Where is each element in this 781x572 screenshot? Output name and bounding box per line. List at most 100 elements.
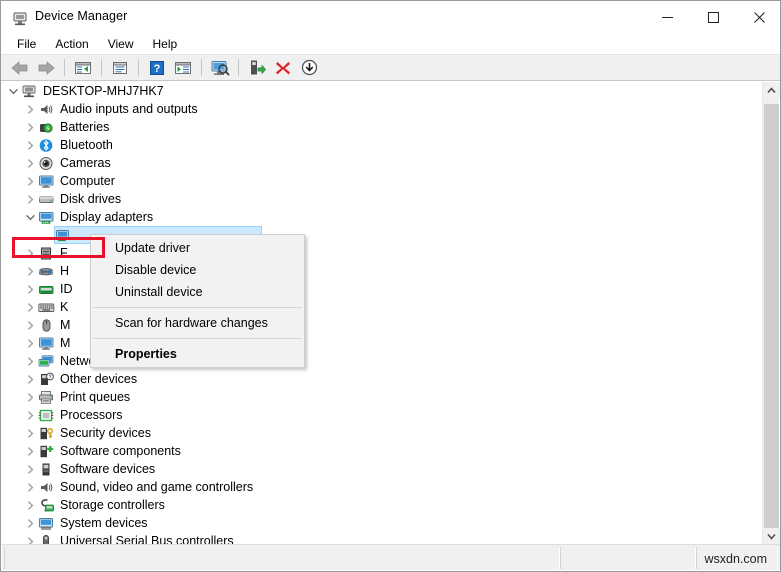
toolbar-separator	[238, 59, 239, 76]
chevron-right-icon[interactable]	[23, 172, 37, 190]
chevron-right-icon[interactable]	[23, 136, 37, 154]
tree-item-label: Computer	[60, 174, 115, 188]
tree-item-cameras[interactable]: Cameras	[2, 154, 764, 172]
security-device-icon	[37, 425, 55, 441]
help-icon[interactable]: ?	[144, 56, 170, 80]
chevron-right-icon[interactable]	[23, 442, 37, 460]
tree-item-label: Processors	[60, 408, 123, 422]
tree-item-security-devices[interactable]: Security devices	[2, 424, 764, 442]
chevron-right-icon[interactable]	[23, 460, 37, 478]
context-menu-properties[interactable]: Properties	[91, 343, 304, 365]
chevron-down-icon[interactable]	[23, 208, 37, 226]
tree-item-label: M	[60, 336, 71, 350]
human-interface-icon	[37, 263, 55, 279]
chevron-right-icon[interactable]	[23, 478, 37, 496]
tree-item-disk-drives[interactable]: Disk drives	[2, 190, 764, 208]
close-button[interactable]	[736, 1, 780, 34]
tree-item-label: Cameras	[60, 156, 111, 170]
context-menu-uninstall-device[interactable]: Uninstall device	[91, 281, 304, 303]
chevron-down-icon[interactable]	[6, 82, 20, 100]
chevron-right-icon[interactable]	[23, 370, 37, 388]
display-adapter-device-icon	[54, 227, 72, 243]
tree-item-label: Disk drives	[60, 192, 122, 206]
chevron-right-icon[interactable]	[23, 154, 37, 172]
tree-item-label: DESKTOP-MHJ7HK7	[43, 84, 164, 98]
scan-for-hardware-changes-icon[interactable]	[207, 56, 233, 80]
menu-help[interactable]: Help	[144, 35, 187, 53]
show-hide-action-pane-icon[interactable]	[170, 56, 196, 80]
tree-item-label: Other devices	[60, 372, 138, 386]
chevron-right-icon[interactable]	[40, 226, 54, 244]
context-menu-scan-for-hardware-changes[interactable]: Scan for hardware changes	[91, 312, 304, 334]
chevron-right-icon[interactable]	[23, 280, 37, 298]
chevron-right-icon[interactable]	[23, 190, 37, 208]
tree-item-label: F	[60, 246, 68, 260]
chevron-right-icon[interactable]	[23, 244, 37, 262]
status-panel-right: wsxdn.com	[696, 547, 778, 569]
menu-file[interactable]: File	[8, 35, 45, 53]
chevron-right-icon[interactable]	[23, 406, 37, 424]
chevron-right-icon[interactable]	[23, 388, 37, 406]
chevron-right-icon[interactable]	[23, 352, 37, 370]
show-hide-console-tree-icon[interactable]	[70, 56, 96, 80]
context-menu-update-driver[interactable]: Update driver	[91, 237, 304, 259]
svg-text:?: ?	[154, 63, 161, 75]
tree-item-root[interactable]: DESKTOP-MHJ7HK7	[2, 82, 764, 100]
window-title: Device Manager	[35, 9, 128, 23]
toolbar-separator	[138, 59, 139, 76]
uninstall-device-icon[interactable]	[270, 56, 296, 80]
system-device-icon	[37, 515, 55, 531]
menu-action[interactable]: Action	[46, 35, 97, 53]
chevron-right-icon[interactable]	[23, 298, 37, 316]
device-manager-icon	[12, 10, 28, 26]
printer-icon	[37, 389, 55, 405]
tree-item-sound-video-and-game-controllers[interactable]: Sound, video and game controllers	[2, 478, 764, 496]
scroll-down-button[interactable]	[763, 528, 780, 545]
update-driver-icon[interactable]	[244, 56, 270, 80]
disk-drive-icon	[37, 191, 55, 207]
chevron-right-icon[interactable]	[23, 100, 37, 118]
tree-item-label: ID	[60, 282, 73, 296]
chevron-right-icon[interactable]	[23, 514, 37, 532]
tree-item-other-devices[interactable]: ? Other devices	[2, 370, 764, 388]
forward-icon[interactable]	[33, 56, 59, 80]
tree-item-display-adapters[interactable]: Display adapters	[2, 208, 764, 226]
disable-device-icon[interactable]	[296, 56, 322, 80]
tree-item-software-devices[interactable]: Software devices	[2, 460, 764, 478]
minimize-button[interactable]	[644, 1, 690, 34]
tree-item-processors[interactable]: Processors	[2, 406, 764, 424]
chevron-right-icon[interactable]	[23, 262, 37, 280]
scroll-up-button[interactable]	[763, 82, 780, 99]
scrollbar-thumb[interactable]	[764, 104, 779, 532]
maximize-button[interactable]	[690, 1, 736, 34]
tree-item-bluetooth[interactable]: Bluetooth	[2, 136, 764, 154]
tree-item-label: Storage controllers	[60, 498, 165, 512]
back-icon[interactable]	[7, 56, 33, 80]
chevron-right-icon[interactable]	[23, 334, 37, 352]
tree-item-label: Software devices	[60, 462, 156, 476]
properties-icon[interactable]	[107, 56, 133, 80]
chevron-right-icon[interactable]	[23, 316, 37, 334]
chevron-right-icon[interactable]	[23, 496, 37, 514]
context-menu[interactable]: Update driver Disable device Uninstall d…	[90, 234, 305, 368]
tree-item-label: H	[60, 264, 70, 278]
tree-item-storage-controllers[interactable]: Storage controllers	[2, 496, 764, 514]
bluetooth-icon	[37, 137, 55, 153]
computer-root-icon	[20, 83, 38, 99]
processor-icon	[37, 407, 55, 423]
status-bar: wsxdn.com	[2, 544, 780, 570]
chevron-right-icon[interactable]	[23, 118, 37, 136]
tree-item-system-devices[interactable]: System devices	[2, 514, 764, 532]
tree-item-print-queues[interactable]: Print queues	[2, 388, 764, 406]
tree-item-batteries[interactable]: Batteries	[2, 118, 764, 136]
menu-view[interactable]: View	[99, 35, 143, 53]
tree-item-software-components[interactable]: Software components	[2, 442, 764, 460]
tree-item-label: Audio inputs and outputs	[60, 102, 198, 116]
tree-item-audio-inputs-and-outputs[interactable]: Audio inputs and outputs	[2, 100, 764, 118]
chevron-right-icon[interactable]	[23, 424, 37, 442]
tree-item-computer[interactable]: Computer	[2, 172, 764, 190]
tree-item-label: Sound, video and game controllers	[60, 480, 254, 494]
context-menu-disable-device[interactable]: Disable device	[91, 259, 304, 281]
display-adapter-icon	[37, 209, 55, 225]
vertical-scrollbar[interactable]	[762, 82, 780, 545]
